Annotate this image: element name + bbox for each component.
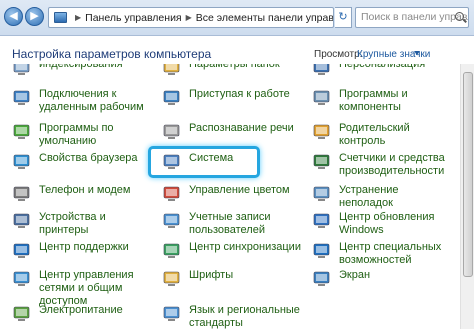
control-panel-item-label: индексирования	[39, 64, 123, 70]
back-button[interactable]: ◀	[4, 7, 23, 26]
control-panel-item[interactable]: Приступая к работе	[162, 88, 302, 108]
control-panel-item-label: Центр синхронизации	[189, 241, 301, 253]
folder-options-icon	[162, 64, 182, 78]
display-icon	[312, 269, 332, 289]
power-options-icon	[12, 304, 32, 324]
troubleshooting-icon	[312, 184, 332, 204]
control-panel-item[interactable]: Электропитание	[12, 304, 157, 324]
control-panel-item[interactable]: Учетные записи пользователей	[162, 211, 302, 237]
scrollbar-thumb[interactable]	[463, 72, 473, 277]
system-icon	[162, 152, 182, 172]
control-panel-item[interactable]: Центр обновления Windows	[312, 211, 452, 237]
control-panel-item-label: Счетчики и средства производительности	[339, 152, 445, 177]
control-panel-icon	[54, 12, 67, 23]
control-panel-item-label: Центр обновления Windows	[339, 211, 435, 236]
control-panel-item-label: Подключения к удаленным рабочим	[39, 88, 144, 113]
action-center-flag-icon	[12, 241, 32, 261]
programs-features-icon	[312, 88, 332, 108]
control-panel-item[interactable]: Подключения к удаленным рабочим	[12, 88, 157, 114]
default-programs-icon	[12, 122, 32, 142]
control-panel-item-label: Программы по умолчанию	[39, 122, 114, 147]
control-panel-item-label: Электропитание	[39, 304, 123, 316]
control-panel-item-label: Устройства и принтеры	[39, 211, 106, 236]
windows-update-icon	[312, 211, 332, 231]
control-panel-item[interactable]: Телефон и модем	[12, 184, 157, 204]
chevron-right-icon[interactable]: ▶	[75, 13, 81, 22]
personalization-icon	[312, 64, 332, 78]
control-panel-item[interactable]: Центр поддержки	[12, 241, 157, 261]
control-panel-item[interactable]: Распознавание речи	[162, 122, 302, 142]
ease-of-access-icon	[312, 241, 332, 261]
control-panel-item[interactable]: Программы по умолчанию	[12, 122, 157, 148]
control-panel-item-label: Управление цветом	[189, 184, 290, 196]
phone-modem-icon	[12, 184, 32, 204]
control-panel-item[interactable]: Свойства браузера	[12, 152, 157, 172]
page-title: Настройка параметров компьютера	[12, 47, 212, 61]
control-panel-item[interactable]: Система	[162, 152, 302, 172]
user-accounts-icon	[162, 211, 182, 231]
control-panel-item-label: Распознавание речи	[189, 122, 294, 134]
network-center-icon	[12, 269, 32, 289]
getting-started-icon	[162, 88, 182, 108]
control-panel-item-label: Шрифты	[189, 269, 234, 281]
view-label: Просмотр:	[314, 49, 363, 60]
microphone-icon	[162, 122, 182, 142]
control-panel-item-label: Экран	[339, 269, 371, 281]
control-panel-item[interactable]: Персонализация	[312, 64, 452, 78]
control-panel-item[interactable]: индексирования	[12, 64, 157, 78]
control-panel-item-label: Телефон и модем	[39, 184, 131, 196]
address-toolbar: ◀ ▶ ▶ Панель управления ▶ Все элементы п…	[0, 0, 474, 36]
control-panel-item[interactable]: Родительский контроль	[312, 122, 452, 148]
control-panel-item[interactable]: Центр специальных возможностей	[312, 241, 452, 267]
control-panel-item[interactable]: Программы и компоненты	[312, 88, 452, 114]
address-bar[interactable]: ▶ Панель управления ▶ Все элементы панел…	[48, 7, 334, 28]
region-language-icon	[162, 304, 182, 324]
control-panel-item[interactable]: Экран	[312, 269, 452, 289]
control-panel-item-label: Язык и региональные стандарты	[189, 304, 300, 329]
indexing-icon	[12, 64, 32, 78]
control-panel-item[interactable]: Устранение неполадок	[312, 184, 452, 210]
control-panel-item[interactable]: Счетчики и средства производительности	[312, 152, 452, 178]
control-panel-item[interactable]: Параметры папок	[162, 64, 302, 78]
fonts-icon	[162, 269, 182, 289]
remote-desktop-icon	[12, 88, 32, 108]
sync-center-icon	[162, 241, 182, 261]
devices-printers-icon	[12, 211, 32, 231]
control-panel-item-label: Приступая к работе	[189, 88, 290, 100]
control-panel-item-label: Параметры папок	[189, 64, 280, 70]
control-panel-item[interactable]: Шрифты	[162, 269, 302, 289]
control-panel-item[interactable]: Центр синхронизации	[162, 241, 302, 261]
control-panel-item[interactable]: Устройства и принтеры	[12, 211, 157, 237]
control-panel-item-label: Персонализация	[339, 64, 426, 70]
control-panel-item[interactable]: Язык и региональные стандарты	[162, 304, 302, 329]
breadcrumb-control-panel[interactable]: Панель управления	[85, 12, 181, 24]
control-panel-item-label: Центр специальных возможностей	[339, 241, 442, 266]
internet-options-icon	[12, 152, 32, 172]
control-panel-item[interactable]: Управление цветом	[162, 184, 302, 204]
control-panel-item-label: Программы и компоненты	[339, 88, 408, 113]
control-panel-item-label: Свойства браузера	[39, 152, 138, 164]
breadcrumb-all-items[interactable]: Все элементы панели управления	[196, 12, 333, 24]
search-icon[interactable]	[455, 12, 464, 21]
refresh-button[interactable]: ↻	[335, 7, 352, 28]
search-input[interactable]: Поиск в панели управления	[355, 7, 469, 28]
search-placeholder: Поиск в панели управления	[361, 11, 468, 23]
control-panel-item-label: Родительский контроль	[339, 122, 410, 147]
color-management-icon	[162, 184, 182, 204]
control-panel-item-label: Центр поддержки	[39, 241, 129, 253]
parental-controls-icon	[312, 122, 332, 142]
control-panel-items: индексирования Подключения к удаленным ра…	[0, 64, 460, 329]
control-panel-item-label: Система	[189, 152, 234, 164]
vertical-scrollbar[interactable]	[460, 64, 474, 329]
control-panel-item-label: Учетные записи пользователей	[189, 211, 271, 236]
chevron-down-icon[interactable]	[414, 51, 420, 55]
control-panel-item-label: Центр управления сетями и общим доступом	[39, 269, 134, 307]
chevron-right-icon[interactable]: ▶	[186, 13, 192, 22]
control-panel-item[interactable]: Центр управления сетями и общим доступом	[12, 269, 157, 308]
control-panel-item-label: Устранение неполадок	[339, 184, 399, 209]
performance-icon	[312, 152, 332, 172]
forward-button[interactable]: ▶	[25, 7, 44, 26]
